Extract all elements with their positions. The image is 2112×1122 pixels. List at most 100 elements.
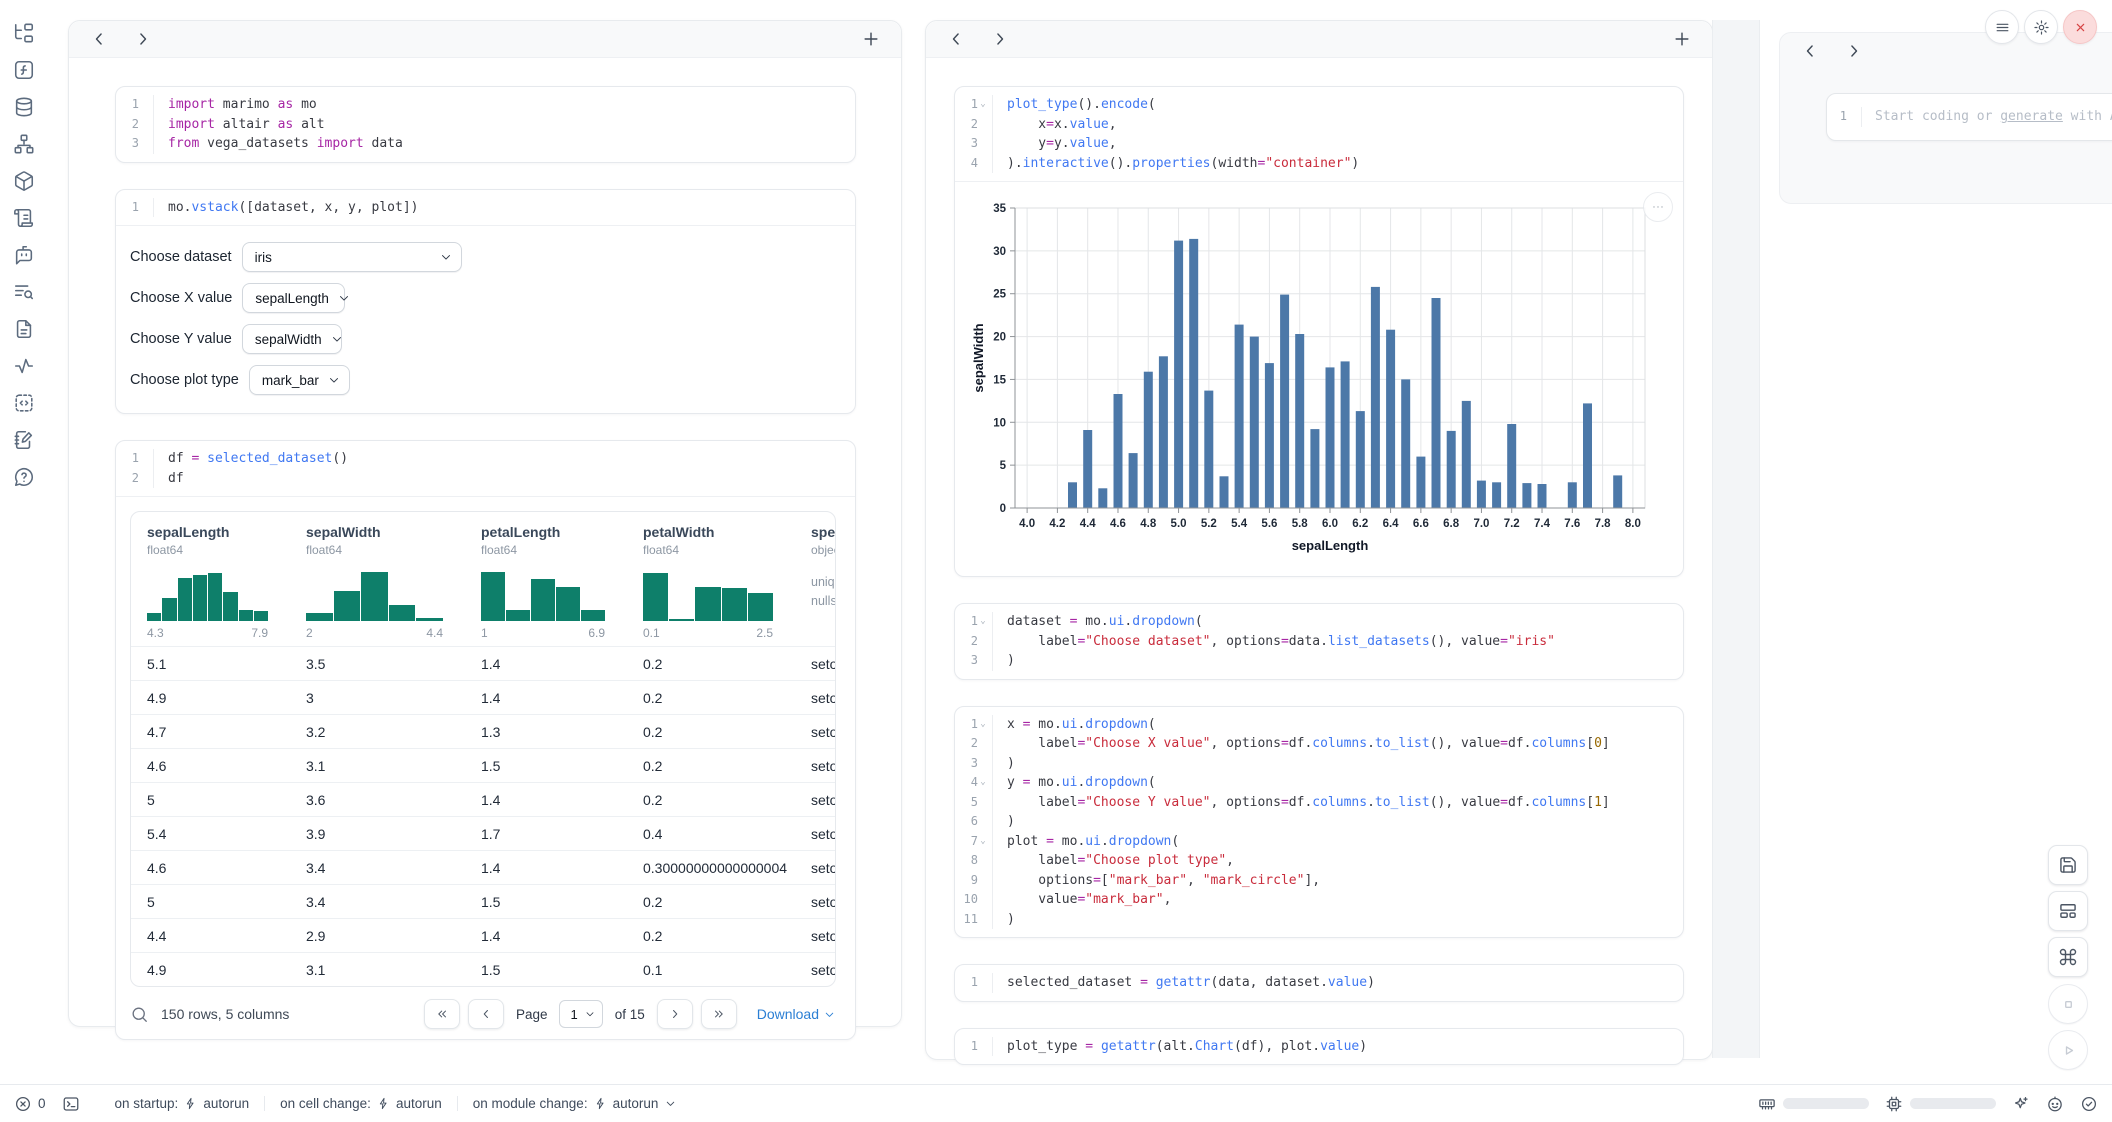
table-row[interactable]: 4.42.91.40.2setosa [131, 918, 835, 952]
column-meta: unique:nulls: [811, 573, 836, 612]
svg-text:25: 25 [993, 289, 1006, 301]
next-page-button[interactable] [657, 999, 693, 1029]
autorun-setting[interactable]: on cell change:autorun [264, 1096, 457, 1111]
table-row[interactable]: 53.61.40.2setosa [131, 782, 835, 816]
table-row[interactable]: 4.63.11.50.2setosa [131, 748, 835, 782]
first-page-button[interactable] [424, 999, 460, 1029]
dropdown-select[interactable]: sepalWidth [242, 324, 342, 354]
circle-x-icon [14, 1095, 32, 1113]
chat-bot-icon[interactable] [13, 244, 35, 266]
download-button[interactable]: Download [757, 1006, 836, 1022]
panel-resize-gutter[interactable] [1712, 20, 1760, 1058]
table-row[interactable]: 53.41.50.2setosa [131, 884, 835, 918]
save-button[interactable] [2048, 845, 2088, 885]
run-button[interactable] [2048, 1030, 2088, 1070]
table-cell: 0.30000000000000004 [627, 860, 795, 876]
table-column-header[interactable]: speciesobjectunique:nulls: [795, 512, 836, 646]
code-editor[interactable]: 1⌄mo.vstack([dataset, x, y, plot]) [116, 190, 855, 226]
table-cell: 3.9 [290, 826, 465, 842]
svg-text:5.8: 5.8 [1292, 518, 1309, 530]
table-cell: 0.2 [627, 792, 795, 808]
add-cell-icon[interactable] [1672, 29, 1692, 49]
error-indicator[interactable]: 0 [14, 1095, 46, 1113]
previous-page-button[interactable] [468, 999, 504, 1029]
table-cell: 5.1 [131, 656, 290, 672]
chevron-left-icon[interactable] [89, 29, 109, 49]
code-editor[interactable]: 1⌄2⌄3⌄import marimo as moimport altair a… [116, 87, 855, 162]
menu-button[interactable] [1985, 10, 2019, 44]
code-editor[interactable]: 1⌄plot_type = getattr(alt.Chart(df), plo… [955, 1029, 1683, 1065]
layout-button[interactable] [2048, 891, 2088, 931]
ai-sparkles-icon[interactable] [2012, 1095, 2030, 1113]
table-cell: setosa [795, 860, 836, 876]
chevron-right-icon[interactable] [133, 29, 153, 49]
left-icon-rail [0, 0, 48, 1106]
chevron-down-icon [584, 1008, 596, 1020]
autorun-setting[interactable]: on module change:autorun [457, 1096, 693, 1111]
code-editor[interactable]: 1⌄2⌄df = selected_dataset()df [116, 441, 855, 496]
table-row[interactable]: 5.13.51.40.2setosa [131, 646, 835, 680]
generate-link[interactable]: generate [2000, 109, 2063, 124]
search-icon[interactable] [130, 1005, 149, 1024]
table-cell: 3.5 [290, 656, 465, 672]
chevron-left-icon[interactable] [946, 29, 966, 49]
dropdown-select[interactable]: mark_bar [249, 365, 350, 395]
column-histogram [147, 569, 268, 621]
code-editor[interactable]: 1⌄2⌄3⌄dataset = mo.ui.dropdown( label="C… [955, 604, 1683, 679]
table-column-header[interactable]: sepalLengthfloat644.37.9 [131, 512, 290, 646]
dropdown-select[interactable]: sepalLength [242, 283, 345, 313]
dropdown-select[interactable]: iris [242, 242, 462, 272]
code-editor[interactable]: 1⌄2⌄3⌄4⌄plot_type().encode( x=x.value, y… [955, 87, 1683, 181]
table-cell: 4.6 [131, 860, 290, 876]
table-row[interactable]: 4.73.21.30.2setosa [131, 714, 835, 748]
autorun-setting[interactable]: on startup:autorun [100, 1096, 265, 1111]
cpu-usage-bar [1910, 1098, 1996, 1109]
snippets-icon[interactable] [13, 392, 35, 414]
code-editor[interactable]: 1⌄selected_dataset = getattr(data, datas… [955, 965, 1683, 1001]
tracing-icon[interactable] [13, 355, 35, 377]
table-row[interactable]: 4.63.41.40.30000000000000004setosa [131, 850, 835, 884]
bar-chart[interactable]: 4.04.24.44.64.85.05.25.45.65.86.06.26.46… [971, 194, 1665, 572]
connection-status-icon[interactable] [2080, 1095, 2098, 1113]
chevron-right-icon[interactable] [990, 29, 1010, 49]
settings-button[interactable] [2024, 10, 2058, 44]
code-editor[interactable]: 1⌄2⌄3⌄4⌄5⌄6⌄7⌄8⌄9⌄10⌄11⌄x = mo.ui.dropdo… [955, 707, 1683, 938]
close-button[interactable] [2063, 10, 2097, 44]
last-page-button[interactable] [701, 999, 737, 1029]
add-cell-icon[interactable] [861, 29, 881, 49]
keyboard-shortcuts-button[interactable] [2048, 937, 2088, 977]
page-select[interactable]: 1 [559, 1000, 602, 1028]
chart-actions-button[interactable] [1643, 192, 1673, 222]
file-tree-icon[interactable] [13, 22, 35, 44]
doc-search-icon[interactable] [13, 281, 35, 303]
documentation-icon[interactable] [13, 318, 35, 340]
line-number-gutter: 1⌄2⌄3⌄4⌄5⌄6⌄7⌄8⌄9⌄10⌄11⌄ [955, 715, 993, 930]
notebook-cell-plot-type: 1⌄plot_type = getattr(alt.Chart(df), plo… [954, 1028, 1684, 1066]
line-number: 1 [1840, 107, 1847, 127]
bot-icon[interactable] [2046, 1095, 2064, 1113]
scratchpad-cell[interactable]: 1 Start coding or generate with AI [1826, 93, 2112, 141]
code-editor-placeholder[interactable]: Start coding or generate with AI [1862, 107, 2112, 127]
table-row[interactable]: 5.43.91.70.4setosa [131, 816, 835, 850]
packages-icon[interactable] [13, 170, 35, 192]
table-cell: 2.9 [290, 928, 465, 944]
chevron-left-icon[interactable] [1800, 41, 1820, 61]
table-row[interactable]: 4.93.11.50.1setosa [131, 952, 835, 986]
table-column-header[interactable]: sepalWidthfloat6424.4 [290, 512, 465, 646]
table-cell: setosa [795, 962, 836, 978]
scratchpad-icon[interactable] [13, 429, 35, 451]
chevron-right-icon[interactable] [1844, 41, 1864, 61]
terminal-icon[interactable] [62, 1095, 80, 1113]
help-icon[interactable] [13, 466, 35, 488]
table-column-header[interactable]: petalLengthfloat6416.9 [465, 512, 627, 646]
dependency-graph-icon[interactable] [13, 133, 35, 155]
table-column-header[interactable]: petalWidthfloat640.12.5 [627, 512, 795, 646]
database-icon[interactable] [13, 96, 35, 118]
function-square-icon[interactable] [13, 59, 35, 81]
stop-button[interactable] [2048, 984, 2088, 1024]
table-row[interactable]: 4.931.40.2setosa [131, 680, 835, 714]
table-cell: 0.2 [627, 690, 795, 706]
svg-text:5.4: 5.4 [1231, 518, 1248, 530]
logs-icon[interactable] [13, 207, 35, 229]
chevron-down-icon [439, 250, 453, 264]
